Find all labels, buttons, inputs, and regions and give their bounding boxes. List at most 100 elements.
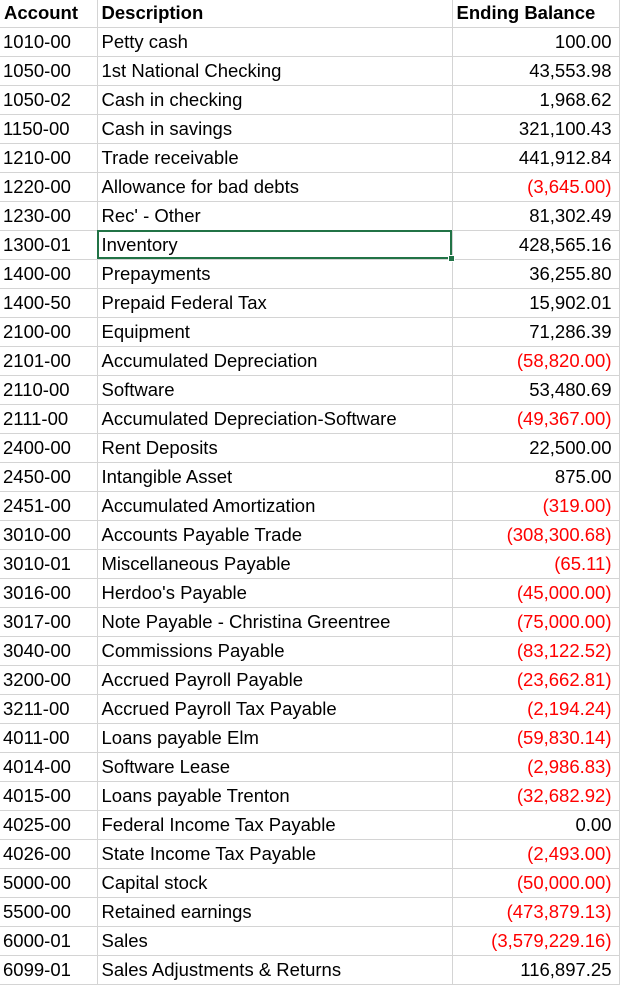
cell-account[interactable]: 6099-01	[0, 955, 98, 985]
cell-account[interactable]: 4025-00	[0, 810, 98, 840]
active-cell[interactable]: Inventory	[97, 230, 455, 262]
cell-ending-balance[interactable]: (45,000.00)	[452, 578, 620, 608]
cell-description[interactable]: Commissions Payable	[97, 636, 453, 666]
cell-account[interactable]: 3016-00	[0, 578, 98, 608]
header-ending-balance[interactable]: Ending Balance	[452, 0, 620, 28]
cell-description[interactable]: Retained earnings	[97, 897, 453, 927]
cell-ending-balance[interactable]: (3,645.00)	[452, 172, 620, 202]
cell-description[interactable]: Cash in savings	[97, 114, 453, 144]
cell-account[interactable]: 5500-00	[0, 897, 98, 927]
cell-description[interactable]: State Income Tax Payable	[97, 839, 453, 869]
cell-ending-balance[interactable]: 321,100.43	[452, 114, 620, 144]
cell-account[interactable]: 1050-02	[0, 85, 98, 115]
cell-account[interactable]: 3200-00	[0, 665, 98, 695]
cell-description[interactable]: Capital stock	[97, 868, 453, 898]
cell-ending-balance[interactable]: (473,879.13)	[452, 897, 620, 927]
cell-ending-balance[interactable]: (58,820.00)	[452, 346, 620, 376]
cell-account[interactable]: 2110-00	[0, 375, 98, 405]
cell-ending-balance[interactable]: 43,553.98	[452, 56, 620, 86]
cell-ending-balance[interactable]: (308,300.68)	[452, 520, 620, 550]
cell-account[interactable]: 2450-00	[0, 462, 98, 492]
cell-description[interactable]: 1st National Checking	[97, 56, 453, 86]
cell-account[interactable]: 1050-00	[0, 56, 98, 86]
cell-account[interactable]: 2100-00	[0, 317, 98, 347]
cell-account[interactable]: 1400-50	[0, 288, 98, 318]
cell-account[interactable]: 3211-00	[0, 694, 98, 724]
cell-description[interactable]: Accumulated Depreciation	[97, 346, 453, 376]
cell-account[interactable]: 5000-00	[0, 868, 98, 898]
cell-ending-balance[interactable]: 81,302.49	[452, 201, 620, 231]
cell-account[interactable]: 6000-01	[0, 926, 98, 956]
cell-account[interactable]: 1300-01	[0, 230, 98, 260]
cell-ending-balance[interactable]: (75,000.00)	[452, 607, 620, 637]
cell-ending-balance[interactable]: 22,500.00	[452, 433, 620, 463]
cell-description[interactable]: Petty cash	[97, 27, 453, 57]
cell-description[interactable]: Trade receivable	[97, 143, 453, 173]
cell-ending-balance[interactable]: 100.00	[452, 27, 620, 57]
cell-description[interactable]: Herdoo's Payable	[97, 578, 453, 608]
cell-ending-balance[interactable]: (50,000.00)	[452, 868, 620, 898]
cell-description[interactable]: Rec' - Other	[97, 201, 453, 231]
cell-description[interactable]: Software Lease	[97, 752, 453, 782]
cell-description[interactable]: Intangible Asset	[97, 462, 453, 492]
cell-account[interactable]: 4014-00	[0, 752, 98, 782]
cell-account[interactable]: 1230-00	[0, 201, 98, 231]
fill-handle[interactable]	[447, 254, 455, 262]
cell-account[interactable]: 2111-00	[0, 404, 98, 434]
cell-description[interactable]: Equipment	[97, 317, 453, 347]
cell-ending-balance[interactable]: (3,579,229.16)	[452, 926, 620, 956]
cell-account[interactable]: 4026-00	[0, 839, 98, 869]
cell-ending-balance[interactable]: (23,662.81)	[452, 665, 620, 695]
cell-account[interactable]: 1150-00	[0, 114, 98, 144]
cell-description[interactable]: Allowance for bad debts	[97, 172, 453, 202]
cell-description[interactable]: Accrued Payroll Tax Payable	[97, 694, 453, 724]
cell-account[interactable]: 3017-00	[0, 607, 98, 637]
cell-ending-balance[interactable]: 441,912.84	[452, 143, 620, 173]
cell-ending-balance[interactable]: 116,897.25	[452, 955, 620, 985]
cell-ending-balance[interactable]: (2,986.83)	[452, 752, 620, 782]
cell-ending-balance[interactable]: 15,902.01	[452, 288, 620, 318]
cell-ending-balance[interactable]: (319.00)	[452, 491, 620, 521]
cell-ending-balance[interactable]: 53,480.69	[452, 375, 620, 405]
cell-description[interactable]: Loans payable Elm	[97, 723, 453, 753]
cell-description[interactable]: Accounts Payable Trade	[97, 520, 453, 550]
cell-ending-balance[interactable]: 71,286.39	[452, 317, 620, 347]
cell-description[interactable]: Accumulated Depreciation-Software	[97, 404, 453, 434]
cell-description[interactable]: Loans payable Trenton	[97, 781, 453, 811]
cell-account[interactable]: 4015-00	[0, 781, 98, 811]
cell-description[interactable]: Rent Deposits	[97, 433, 453, 463]
cell-ending-balance[interactable]: 36,255.80	[452, 259, 620, 289]
cell-ending-balance[interactable]: (49,367.00)	[452, 404, 620, 434]
cell-account[interactable]: 1210-00	[0, 143, 98, 173]
cell-description[interactable]: Sales Adjustments & Returns	[97, 955, 453, 985]
cell-description[interactable]: Accrued Payroll Payable	[97, 665, 453, 695]
cell-ending-balance[interactable]: (83,122.52)	[452, 636, 620, 666]
cell-account[interactable]: 3010-01	[0, 549, 98, 579]
cell-ending-balance[interactable]: 1,968.62	[452, 85, 620, 115]
header-account[interactable]: Account	[0, 0, 98, 28]
cell-description[interactable]: Accumulated Amortization	[97, 491, 453, 521]
cell-description[interactable]: Cash in checking	[97, 85, 453, 115]
cell-ending-balance[interactable]: (59,830.14)	[452, 723, 620, 753]
header-description[interactable]: Description	[97, 0, 453, 28]
cell-ending-balance[interactable]: 875.00	[452, 462, 620, 492]
cell-description[interactable]: Miscellaneous Payable	[97, 549, 453, 579]
cell-account[interactable]: 2400-00	[0, 433, 98, 463]
cell-ending-balance[interactable]: (2,194.24)	[452, 694, 620, 724]
cell-description[interactable]: Prepaid Federal Tax	[97, 288, 453, 318]
cell-account[interactable]: 1400-00	[0, 259, 98, 289]
cell-ending-balance[interactable]: (32,682.92)	[452, 781, 620, 811]
cell-description[interactable]: Note Payable - Christina Greentree	[97, 607, 453, 637]
cell-account[interactable]: 1010-00	[0, 27, 98, 57]
cell-description[interactable]: Prepayments	[97, 259, 453, 289]
cell-account[interactable]: 2101-00	[0, 346, 98, 376]
cell-account[interactable]: 1220-00	[0, 172, 98, 202]
cell-account[interactable]: 3010-00	[0, 520, 98, 550]
cell-ending-balance[interactable]: 428,565.16	[452, 230, 620, 260]
cell-account[interactable]: 4011-00	[0, 723, 98, 753]
cell-description[interactable]: Federal Income Tax Payable	[97, 810, 453, 840]
cell-ending-balance[interactable]: (2,493.00)	[452, 839, 620, 869]
cell-ending-balance[interactable]: 0.00	[452, 810, 620, 840]
cell-account[interactable]: 3040-00	[0, 636, 98, 666]
cell-ending-balance[interactable]: (65.11)	[452, 549, 620, 579]
